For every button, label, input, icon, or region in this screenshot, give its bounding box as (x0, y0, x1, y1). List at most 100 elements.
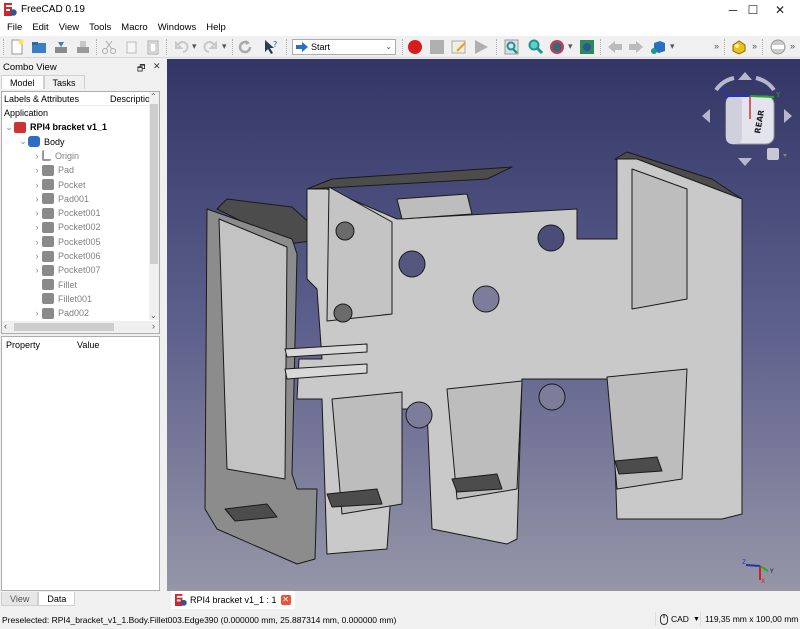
scroll-up-icon[interactable]: ⌃ (150, 92, 157, 101)
expand-chevron-icon[interactable]: › (32, 151, 42, 161)
column-value[interactable]: Value (77, 340, 99, 350)
tree-item[interactable]: › Pocket005 (32, 235, 101, 249)
roll-right-arrow[interactable] (755, 76, 776, 92)
tree-item[interactable]: Fillet (32, 278, 77, 292)
tree-item[interactable]: › Pad (32, 163, 74, 177)
tab-view[interactable]: View (1, 592, 39, 606)
tree-item[interactable]: › Pad001 (32, 192, 89, 206)
toolbar-overflow-button[interactable]: » (714, 41, 719, 51)
menu-tools[interactable]: Tools (84, 22, 116, 33)
expand-chevron-icon[interactable]: › (32, 237, 42, 247)
whats-this-button[interactable]: ? (262, 38, 280, 56)
expand-chevron-icon[interactable]: › (32, 165, 42, 175)
expand-chevron-icon[interactable]: › (32, 222, 42, 232)
rotate-up-arrow[interactable] (738, 72, 752, 80)
navigation-cube[interactable]: Z Y REAR (690, 64, 800, 174)
bounding-box-button[interactable] (578, 38, 596, 56)
column-labels-attributes[interactable]: Labels & Attributes (2, 94, 108, 104)
float-panel-button[interactable]: 🗗 (137, 61, 145, 77)
3d-viewport[interactable]: Z Y REAR Z Y X (167, 59, 800, 591)
rotate-down-arrow[interactable] (738, 158, 752, 166)
new-document-button[interactable] (8, 38, 26, 56)
cut-button[interactable] (100, 38, 118, 56)
draw-style-dropdown[interactable]: ▾ (568, 41, 573, 52)
tree-item[interactable]: › Pad002 (32, 306, 89, 320)
tree-vertical-scrollbar[interactable]: ⌃ ⌄ (149, 92, 159, 320)
axis-y-label: Y (769, 568, 774, 575)
refresh-button[interactable] (236, 38, 254, 56)
std-views-button[interactable] (649, 38, 667, 56)
stop-macro-button[interactable] (428, 38, 446, 56)
rotate-right-arrow[interactable] (784, 109, 792, 123)
tree-item[interactable]: › Pocket001 (32, 206, 101, 220)
menu-edit[interactable]: Edit (27, 22, 53, 33)
run-macro-button[interactable] (472, 38, 490, 56)
close-tab-icon[interactable]: ✕ (280, 595, 291, 605)
save-as-button[interactable] (74, 38, 92, 56)
toolbar-handle[interactable] (3, 39, 4, 55)
forward-button[interactable] (627, 38, 645, 56)
expand-chevron-icon[interactable]: ⌄ (18, 136, 28, 147)
tree-item[interactable]: ⌄ Body (18, 135, 65, 149)
navcube-menu-cube[interactable] (767, 148, 779, 160)
expand-chevron-icon[interactable]: › (32, 265, 42, 275)
tree-item[interactable]: Fillet001 (32, 292, 92, 306)
document-tab[interactable]: RPI4 bracket v1_1 : 1 ✕ (171, 591, 295, 609)
tab-model[interactable]: Model (1, 75, 44, 89)
scroll-down-icon[interactable]: ⌄ (150, 311, 157, 320)
scrollbar-thumb[interactable] (14, 323, 114, 331)
draw-style-button[interactable] (548, 38, 566, 56)
fit-all-button[interactable] (503, 38, 521, 56)
close-panel-button[interactable]: ✕ (153, 61, 161, 72)
expand-chevron-icon[interactable]: › (32, 194, 42, 204)
redo-dropdown[interactable]: ▾ (222, 41, 227, 52)
tree-item[interactable]: › Pocket006 (32, 249, 101, 263)
scroll-right-icon[interactable]: › (152, 321, 155, 331)
std-views-dropdown[interactable]: ▾ (670, 41, 675, 52)
tree-item[interactable]: ⌄ RPI4 bracket v1_1 (4, 120, 107, 134)
column-property[interactable]: Property (6, 340, 77, 350)
tab-tasks[interactable]: Tasks (43, 75, 85, 89)
undo-dropdown[interactable]: ▾ (192, 41, 197, 52)
navigation-style-selector[interactable]: CAD ▼ (655, 612, 700, 626)
tree-item[interactable]: › Pocket (32, 178, 86, 192)
tree-item[interactable]: › Pocket002 (32, 220, 101, 234)
fit-selection-button[interactable] (526, 38, 544, 56)
expand-chevron-icon[interactable]: › (32, 180, 42, 190)
undo-button[interactable] (172, 38, 190, 56)
copy-button[interactable] (122, 38, 140, 56)
scrollbar-thumb[interactable] (150, 104, 158, 264)
column-description[interactable]: Descriptio (108, 94, 150, 104)
toolbar-overflow-button[interactable]: » (790, 41, 795, 51)
expand-chevron-icon[interactable]: ⌄ (4, 122, 14, 133)
expand-chevron-icon[interactable]: › (32, 251, 42, 261)
menu-view[interactable]: View (54, 22, 84, 33)
tree-item[interactable]: › Origin (32, 149, 79, 163)
scroll-left-icon[interactable]: ‹ (4, 321, 7, 331)
open-button[interactable] (30, 38, 48, 56)
back-button[interactable] (606, 38, 624, 56)
menu-file[interactable]: File (2, 22, 27, 33)
navcube-menu-arrow[interactable] (783, 154, 787, 157)
tree-horizontal-scrollbar[interactable]: ‹ › (2, 321, 159, 333)
part-design-button[interactable] (730, 38, 748, 56)
rotate-left-arrow[interactable] (702, 109, 710, 123)
tree-item[interactable]: Application (4, 106, 48, 120)
tree-item[interactable]: › Pocket007 (32, 263, 101, 277)
expand-chevron-icon[interactable]: › (32, 208, 42, 218)
workbench-selector[interactable]: Start ⌄ (292, 39, 396, 55)
edit-macro-button[interactable] (450, 38, 468, 56)
tab-data[interactable]: Data (38, 592, 76, 606)
section-view-button[interactable] (769, 38, 787, 56)
expand-chevron-icon[interactable]: › (32, 308, 42, 318)
paste-button[interactable] (144, 38, 162, 56)
menu-windows[interactable]: Windows (153, 22, 202, 33)
redo-button[interactable] (202, 38, 220, 56)
record-macro-button[interactable] (406, 38, 424, 56)
cut-icon (102, 40, 116, 54)
menu-macro[interactable]: Macro (116, 22, 152, 33)
toolbar-overflow-button[interactable]: » (752, 41, 757, 51)
close-button[interactable]: ✕ (760, 0, 800, 19)
menu-help[interactable]: Help (201, 22, 231, 33)
save-button[interactable] (52, 38, 70, 56)
